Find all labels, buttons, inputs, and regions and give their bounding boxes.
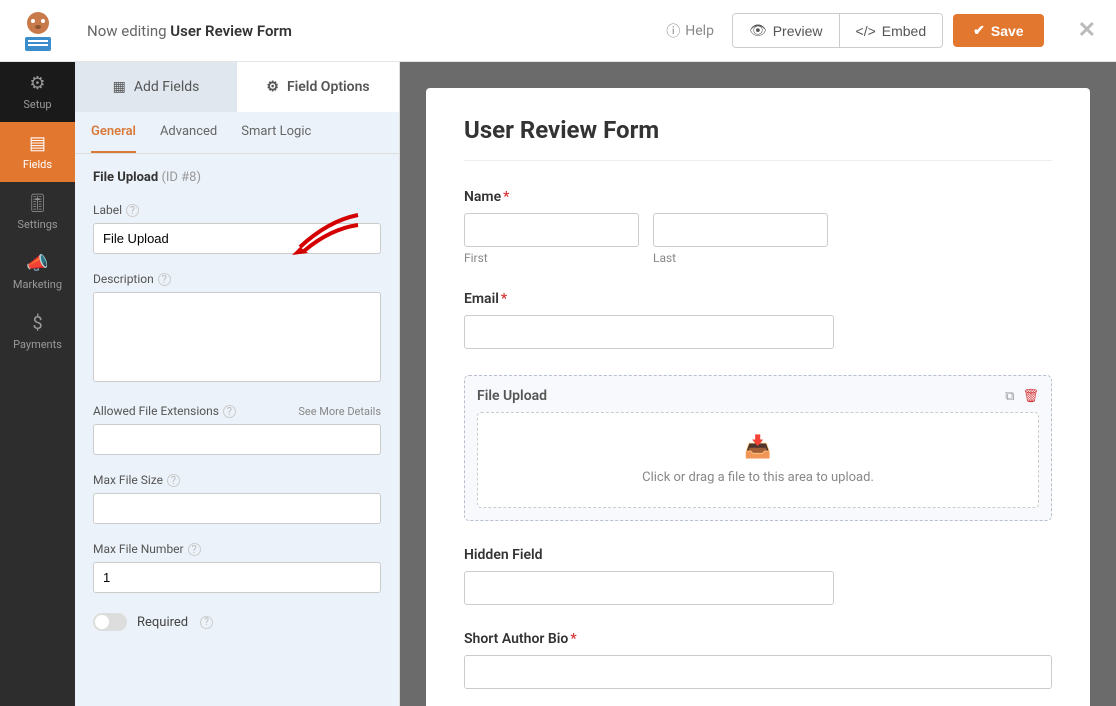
- nav-settings[interactable]: 🎚 Settings: [0, 182, 75, 242]
- topbar: Now editing User Review Form ⓘ Help 👁 Pr…: [0, 0, 1116, 62]
- upload-label: File Upload: [477, 388, 547, 404]
- field-email[interactable]: Email*: [464, 291, 1052, 349]
- preview-button[interactable]: 👁 Preview: [733, 14, 839, 47]
- required-asterisk: *: [501, 291, 507, 307]
- dollar-icon: $: [32, 313, 42, 334]
- save-button[interactable]: ✔ Save: [953, 14, 1043, 47]
- upload-hint: Click or drag a file to this area to upl…: [500, 470, 1016, 485]
- label-field-label: Label: [93, 203, 122, 217]
- subtab-smart-logic[interactable]: Smart Logic: [241, 112, 311, 153]
- sliders-icon: ⚙: [266, 79, 279, 95]
- field-bio[interactable]: Short Author Bio*: [464, 631, 1052, 689]
- hidden-label: Hidden Field: [464, 547, 1052, 563]
- description-input[interactable]: [93, 292, 381, 382]
- help-link[interactable]: ⓘ Help: [666, 21, 714, 41]
- help-icon[interactable]: ?: [158, 273, 171, 286]
- tab-add-fields[interactable]: ▦ Add Fields: [75, 62, 237, 112]
- eye-icon: 👁: [749, 22, 767, 39]
- max-size-input[interactable]: [93, 493, 381, 524]
- allowed-ext-input[interactable]: [93, 424, 381, 455]
- field-title: File Upload (ID #8): [93, 170, 381, 185]
- duplicate-icon[interactable]: ⧉: [1005, 389, 1014, 404]
- bio-label: Short Author Bio: [464, 631, 568, 647]
- editing-label: Now editing User Review Form: [87, 22, 292, 40]
- nav-settings-label: Settings: [17, 218, 57, 231]
- nav-fields-label: Fields: [23, 158, 52, 171]
- help-icon[interactable]: ?: [167, 474, 180, 487]
- subtab-general[interactable]: General: [91, 112, 136, 153]
- see-more-link[interactable]: See More Details: [298, 405, 381, 418]
- help-icon[interactable]: ?: [200, 616, 213, 629]
- grid-icon: ▦: [113, 79, 126, 95]
- required-toggle[interactable]: [93, 613, 127, 631]
- last-name-input[interactable]: [653, 213, 828, 247]
- nav-setup[interactable]: ⚙ Setup: [0, 62, 75, 122]
- last-sublabel: Last: [653, 251, 828, 265]
- help-icon[interactable]: ?: [223, 405, 236, 418]
- first-sublabel: First: [464, 251, 639, 265]
- label-input[interactable]: [93, 223, 381, 254]
- name-label: Name: [464, 189, 501, 205]
- nav-marketing-label: Marketing: [13, 278, 62, 291]
- max-size-label: Max File Size: [93, 473, 163, 487]
- close-button[interactable]: ✕: [1078, 18, 1096, 43]
- nav-fields[interactable]: ▤ Fields: [0, 122, 75, 182]
- subtab-advanced[interactable]: Advanced: [160, 112, 217, 153]
- email-label: Email: [464, 291, 499, 307]
- allowed-ext-label: Allowed File Extensions: [93, 404, 219, 418]
- required-asterisk: *: [503, 189, 509, 205]
- form-icon: ▤: [29, 133, 46, 154]
- preview-canvas: User Review Form Name* First Last Email*: [400, 62, 1116, 706]
- nav-payments-label: Payments: [13, 338, 62, 351]
- help-icon[interactable]: ?: [126, 204, 139, 217]
- preview-title: User Review Form: [464, 116, 1052, 161]
- description-field-label: Description: [93, 272, 154, 286]
- sliders-icon: 🎚: [26, 193, 49, 214]
- nav-payments[interactable]: $ Payments: [0, 302, 75, 362]
- nav-marketing[interactable]: 📣 Marketing: [0, 242, 75, 302]
- first-name-input[interactable]: [464, 213, 639, 247]
- email-input[interactable]: [464, 315, 834, 349]
- help-icon: ⓘ: [666, 21, 680, 41]
- field-name[interactable]: Name* First Last: [464, 189, 1052, 265]
- form-preview: User Review Form Name* First Last Email*: [426, 88, 1090, 706]
- app-logo: [0, 0, 75, 62]
- gear-icon: ⚙: [29, 73, 45, 94]
- field-file-upload[interactable]: File Upload ⧉ 🗑 📥 Click or drag a file t…: [464, 375, 1052, 521]
- tab-field-options-label: Field Options: [287, 79, 370, 95]
- upload-dropzone[interactable]: 📥 Click or drag a file to this area to u…: [477, 412, 1039, 508]
- megaphone-icon: 📣: [26, 253, 48, 274]
- field-id: (ID #8): [161, 170, 201, 185]
- form-name: User Review Form: [170, 22, 292, 40]
- embed-button[interactable]: </> Embed: [839, 14, 943, 47]
- help-text: Help: [685, 23, 714, 39]
- code-icon: </>: [856, 23, 876, 39]
- preview-embed-group: 👁 Preview </> Embed: [732, 13, 943, 48]
- delete-icon[interactable]: 🗑: [1022, 389, 1039, 404]
- required-label: Required: [137, 615, 188, 630]
- embed-label: Embed: [882, 23, 926, 39]
- field-options-panel: ▦ Add Fields ⚙ Field Options General Adv…: [75, 62, 400, 706]
- tab-add-fields-label: Add Fields: [134, 79, 200, 95]
- field-type: File Upload: [93, 170, 158, 185]
- bio-input[interactable]: [464, 655, 1052, 689]
- max-num-input[interactable]: [93, 562, 381, 593]
- nav-setup-label: Setup: [23, 98, 51, 111]
- tab-field-options[interactable]: ⚙ Field Options: [237, 62, 399, 112]
- editing-prefix: Now editing: [87, 22, 170, 40]
- required-asterisk: *: [570, 631, 576, 647]
- help-icon[interactable]: ?: [188, 543, 201, 556]
- inbox-icon: 📥: [500, 435, 1016, 460]
- field-hidden[interactable]: Hidden Field: [464, 547, 1052, 605]
- hidden-input[interactable]: [464, 571, 834, 605]
- left-nav: ⚙ Setup ▤ Fields 🎚 Settings 📣 Marketing …: [0, 62, 75, 706]
- max-num-label: Max File Number: [93, 542, 184, 556]
- check-icon: ✔: [973, 22, 985, 39]
- save-label: Save: [991, 23, 1024, 39]
- preview-label: Preview: [773, 23, 823, 39]
